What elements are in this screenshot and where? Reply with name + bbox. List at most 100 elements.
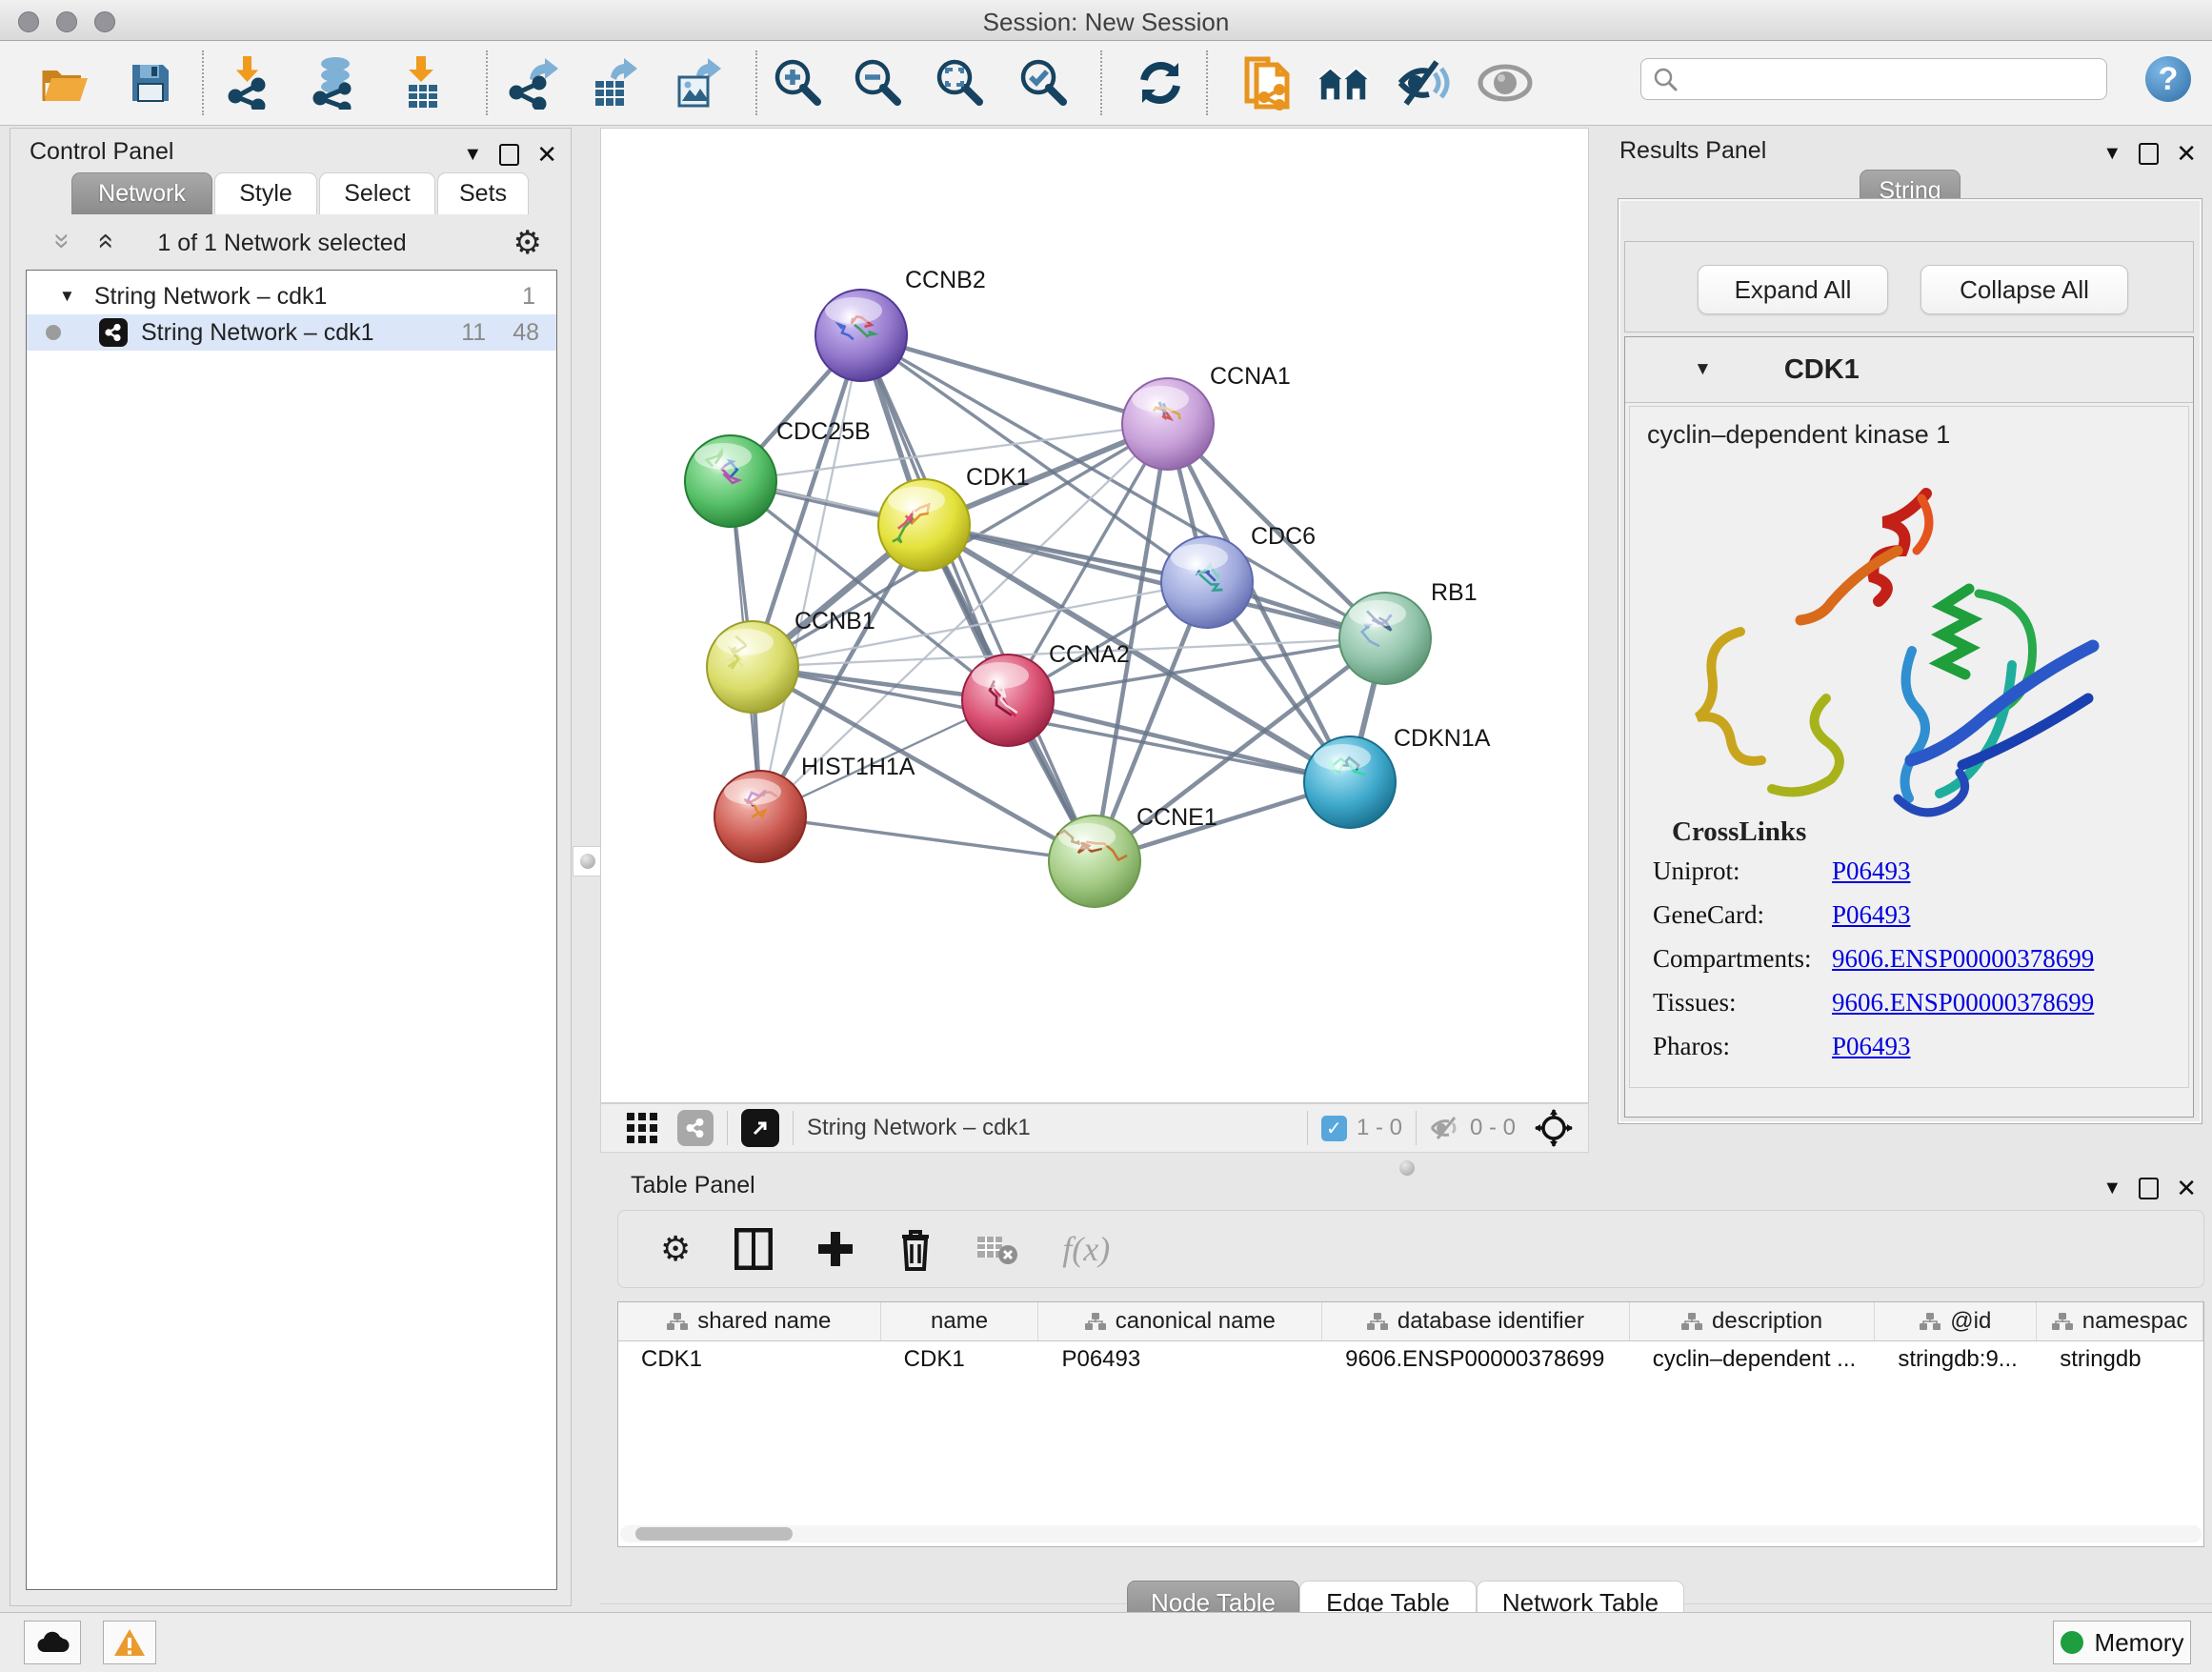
expand-all-button[interactable]: Expand All — [1698, 265, 1888, 314]
column-header-description[interactable]: description — [1630, 1302, 1876, 1340]
network-node-hist1h1a[interactable]: HIST1H1A — [714, 754, 915, 862]
network-node-ccna1[interactable]: CCNA1 — [1122, 363, 1291, 470]
search-input[interactable] — [1678, 65, 2081, 93]
network-edge[interactable] — [760, 335, 861, 816]
node-table[interactable]: shared namenamecanonical namedatabase id… — [617, 1301, 2204, 1547]
network-node-rb1[interactable]: RB1 — [1339, 579, 1478, 684]
network-node-cdc6[interactable]: CDC6 — [1161, 523, 1316, 628]
crosshair-icon[interactable] — [1535, 1109, 1573, 1147]
crosslink-link[interactable]: P06493 — [1832, 900, 1911, 929]
network-collection-row[interactable]: ▼ String Network – cdk1 1 — [27, 278, 556, 314]
open-in-window-icon[interactable] — [741, 1109, 779, 1147]
help-icon[interactable]: ? — [2145, 56, 2191, 102]
column-header-database-identifier[interactable]: database identifier — [1322, 1302, 1630, 1340]
tab-sets[interactable]: Sets — [437, 172, 529, 214]
network-view-canvas[interactable]: CCNB2CCNA1CDC25BCDK1CDC6RB1CCNB1CCNA2CDK… — [600, 128, 1589, 1103]
add-column-icon[interactable] — [816, 1230, 855, 1268]
panel-float-icon[interactable] — [2139, 143, 2159, 165]
zoom-selected-icon[interactable] — [1016, 54, 1072, 111]
export-table-icon[interactable] — [587, 54, 642, 111]
network-share-icon[interactable] — [677, 1110, 714, 1146]
zoom-fit-icon[interactable] — [933, 54, 988, 111]
network-node-ccne1[interactable]: CCNE1 — [1049, 804, 1217, 907]
table-cell[interactable]: CDK1 — [618, 1341, 881, 1378]
birdseye-grid-icon[interactable] — [626, 1112, 658, 1144]
column-header-shared-name[interactable]: shared name — [618, 1302, 881, 1340]
collapse-all-networks-icon[interactable]: » — [52, 233, 71, 250]
import-network-file-icon[interactable] — [222, 54, 277, 111]
network-graph[interactable]: CCNB2CCNA1CDC25BCDK1CDC6RB1CCNB1CCNA2CDK… — [601, 129, 1588, 1102]
selected-checkbox-icon[interactable]: ✓ — [1321, 1116, 1347, 1141]
table-cell[interactable]: 9606.ENSP00000378699 — [1322, 1341, 1630, 1378]
expand-all-networks-icon[interactable]: » — [94, 233, 113, 250]
table-cell[interactable]: cyclin–dependent ... — [1630, 1341, 1876, 1378]
column-header-canonical-name[interactable]: canonical name — [1038, 1302, 1322, 1340]
table-row[interactable]: CDK1CDK1P064939606.ENSP00000378699cyclin… — [618, 1341, 2203, 1378]
tab-style[interactable]: Style — [214, 172, 317, 214]
search-box[interactable] — [1640, 58, 2107, 100]
show-all-icon[interactable] — [1478, 54, 1533, 111]
left-splitter-handle[interactable] — [573, 846, 603, 876]
tree-expander-icon[interactable]: ▼ — [59, 287, 75, 306]
network-collection-label: String Network – cdk1 — [94, 283, 328, 311]
scrollbar-thumb[interactable] — [635, 1527, 793, 1541]
clone-network-icon[interactable] — [1240, 54, 1296, 111]
zoom-out-icon[interactable] — [851, 54, 906, 111]
node-label: CCNB2 — [905, 267, 986, 293]
horizontal-scrollbar[interactable] — [620, 1525, 2202, 1542]
panel-collapse-icon[interactable]: ▼ — [463, 144, 482, 166]
zoom-in-icon[interactable] — [771, 54, 826, 111]
network-edge[interactable] — [760, 816, 1095, 861]
crosslinks-title: CrossLinks — [1672, 816, 1806, 848]
warnings-button[interactable] — [103, 1621, 156, 1664]
crosslink-link[interactable]: P06493 — [1832, 1032, 1911, 1060]
section-expander-icon[interactable]: ▼ — [1694, 359, 1712, 380]
delete-column-icon[interactable] — [898, 1227, 933, 1271]
panel-close-icon[interactable]: ✕ — [536, 140, 557, 170]
cloud-status-button[interactable] — [24, 1621, 81, 1664]
column-header-namespac[interactable]: namespac — [2037, 1302, 2203, 1340]
hidden-eye-icon — [1430, 1116, 1462, 1140]
home-icon[interactable] — [1316, 54, 1371, 111]
import-network-database-icon[interactable] — [308, 54, 363, 111]
gene-section-header[interactable]: ▼ CDK1 — [1625, 337, 2193, 403]
show-columns-icon[interactable] — [734, 1228, 773, 1270]
table-cell[interactable]: CDK1 — [881, 1341, 1039, 1378]
crosslink-link[interactable]: 9606.ENSP00000378699 — [1832, 988, 2094, 1017]
table-cell[interactable]: P06493 — [1038, 1341, 1322, 1378]
save-session-icon[interactable] — [123, 54, 178, 111]
memory-button[interactable]: Memory — [2053, 1621, 2191, 1664]
panel-collapse-icon[interactable]: ▼ — [2102, 1178, 2122, 1199]
network-node-cdc25b[interactable]: CDC25B — [685, 418, 871, 527]
panel-close-icon[interactable]: ✕ — [2176, 1174, 2197, 1203]
panel-collapse-icon[interactable]: ▼ — [2102, 143, 2122, 165]
crosslink-link[interactable]: P06493 — [1832, 856, 1911, 885]
network-edge[interactable] — [861, 335, 1168, 424]
column-header-name[interactable]: name — [881, 1302, 1039, 1340]
network-view-toolbar: String Network – cdk1 ✓ 1 - 0 0 - 0 — [600, 1103, 1589, 1153]
refresh-icon[interactable] — [1133, 54, 1188, 111]
panel-float-icon[interactable] — [499, 144, 519, 166]
tab-network[interactable]: Network — [71, 172, 212, 214]
network-edge[interactable] — [861, 335, 1095, 861]
import-table-icon[interactable] — [394, 54, 450, 111]
function-builder-icon[interactable]: f(x) — [1062, 1229, 1110, 1269]
open-session-icon[interactable] — [37, 54, 92, 111]
panel-close-icon[interactable]: ✕ — [2176, 139, 2197, 169]
collapse-all-button[interactable]: Collapse All — [1920, 265, 2128, 314]
export-image-icon[interactable] — [671, 54, 726, 111]
network-node-cdkn1a[interactable]: CDKN1A — [1304, 725, 1491, 828]
crosslink-link[interactable]: 9606.ENSP00000378699 — [1832, 944, 2094, 973]
network-options-gear-icon[interactable]: ⚙ — [513, 224, 542, 262]
export-network-icon[interactable] — [506, 54, 561, 111]
table-cell[interactable]: stringdb:9... — [1875, 1341, 2037, 1378]
hide-selected-icon[interactable] — [1396, 54, 1451, 111]
panel-float-icon[interactable] — [2139, 1178, 2159, 1199]
column-header--id[interactable]: @id — [1875, 1302, 2037, 1340]
warning-icon — [113, 1628, 146, 1657]
tab-select[interactable]: Select — [319, 172, 435, 214]
network-row-selected[interactable]: String Network – cdk1 11 48 — [27, 314, 556, 351]
delete-table-icon[interactable] — [976, 1233, 1018, 1265]
table-options-gear-icon[interactable]: ⚙ — [660, 1232, 691, 1266]
table-cell[interactable]: stringdb — [2037, 1341, 2203, 1378]
